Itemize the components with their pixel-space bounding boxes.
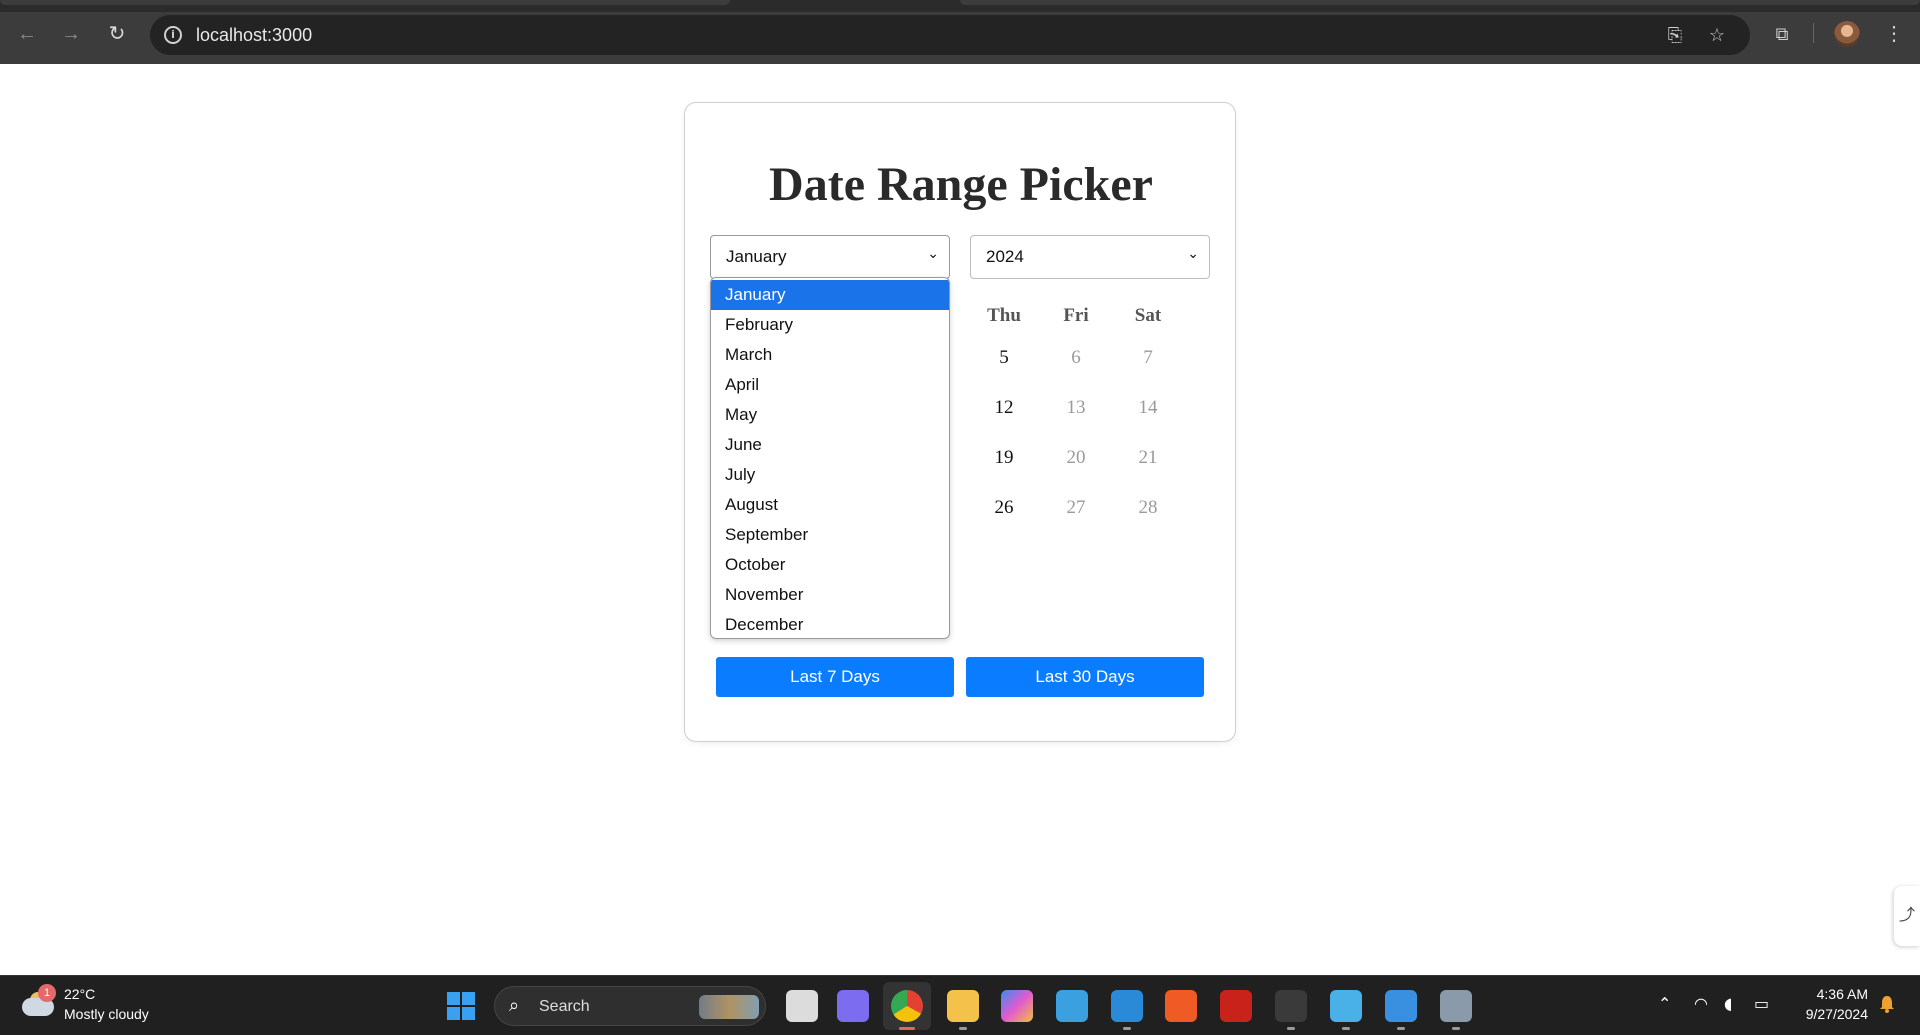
month-select[interactable]: January ⌄	[710, 235, 950, 279]
toolbar-divider	[1813, 23, 1814, 43]
month-option[interactable]: November	[711, 580, 949, 610]
file-explorer-icon[interactable]	[947, 990, 979, 1022]
weekday-header-thu: Thu	[987, 305, 1021, 326]
page-title: Date Range Picker	[769, 158, 1153, 211]
month-dropdown-list[interactable]: January February March April May June July Augu…	[710, 277, 950, 639]
calendar-day: 14	[1138, 397, 1158, 418]
month-option[interactable]: August	[711, 490, 949, 520]
volume-icon[interactable]: ◖	[1724, 994, 1732, 1013]
calendar-day: 7	[1143, 347, 1153, 368]
info-icon[interactable]: i	[164, 26, 182, 44]
search-highlight-art	[699, 995, 759, 1019]
search-icon: ⌕	[509, 995, 520, 1016]
back-arrow-icon[interactable]: ←	[13, 20, 41, 48]
month-option[interactable]: July	[711, 460, 949, 490]
clock-date[interactable]: 9/27/2024	[1786, 1006, 1868, 1022]
settings-icon[interactable]	[1440, 990, 1472, 1022]
running-indicator	[1397, 1027, 1405, 1030]
calendar-day: 28	[1138, 497, 1158, 518]
year-select[interactable]: 2024 ⌄	[970, 235, 1210, 279]
wifi-icon[interactable]: ◠	[1694, 994, 1708, 1013]
browser-chrome: ← → ↻ i localhost:3000 ⎘ ☆ ⧉ ⋮	[0, 0, 1920, 64]
terminal-icon[interactable]	[1275, 990, 1307, 1022]
remote-desktop-icon[interactable]	[1056, 990, 1088, 1022]
calendar-day[interactable]: 12	[968, 397, 1040, 419]
weather-badge: 1	[38, 984, 56, 1002]
calendar-day[interactable]: 5	[968, 347, 1040, 369]
month-option[interactable]: December	[711, 610, 949, 638]
windows-taskbar: 1 22°C Mostly cloudy ⌕ Search ⌃ ◠ ◖ ▭ 4:…	[0, 975, 1920, 1035]
calendar-day: 13	[1066, 397, 1086, 418]
running-indicator	[899, 1027, 915, 1030]
running-indicator	[1452, 1027, 1460, 1030]
chevron-down-icon: ⌄	[927, 246, 939, 262]
running-indicator	[1342, 1027, 1350, 1030]
acrobat-icon[interactable]	[1220, 990, 1252, 1022]
calendar-day: 20	[1066, 447, 1086, 468]
forward-arrow-icon[interactable]: →	[57, 20, 85, 48]
tab[interactable]	[960, 0, 1920, 5]
calendar-day: 6	[1071, 347, 1081, 368]
calendar-day: 27	[1066, 497, 1086, 518]
brave-icon[interactable]	[1165, 990, 1197, 1022]
calendar-day[interactable]: 19	[968, 447, 1040, 469]
battery-icon[interactable]: ▭	[1754, 994, 1769, 1013]
weekday-header-sat: Sat	[1134, 305, 1162, 326]
chevron-down-icon: ⌄	[1187, 246, 1199, 262]
url-text[interactable]: localhost:3000	[196, 25, 312, 46]
month-select-value: January	[726, 247, 787, 266]
chrome-icon[interactable]	[891, 990, 923, 1022]
running-indicator	[1287, 1027, 1295, 1030]
windows-start-icon[interactable]	[447, 992, 475, 1020]
meet-icon[interactable]	[837, 990, 869, 1022]
profile-avatar[interactable]	[1834, 21, 1860, 47]
tab[interactable]	[0, 0, 730, 5]
clock-time[interactable]: 4:36 AM	[1796, 986, 1868, 1002]
running-indicator	[959, 1027, 967, 1030]
month-option[interactable]: May	[711, 400, 949, 430]
last-30-days-button[interactable]: Last 30 Days	[966, 657, 1204, 697]
reload-icon[interactable]: ↻	[103, 20, 131, 48]
month-option[interactable]: January	[711, 280, 949, 310]
bell-icon[interactable]	[1878, 994, 1896, 1014]
vscode-icon[interactable]	[1111, 990, 1143, 1022]
search-label: Search	[539, 998, 590, 1015]
weekday-header-fri: Fri	[1063, 305, 1089, 326]
side-panel-handle[interactable]: ⤴	[1894, 886, 1920, 946]
extensions-icon[interactable]: ⧉	[1768, 20, 1796, 48]
star-icon[interactable]: ☆	[1705, 23, 1729, 47]
running-indicator	[1123, 1027, 1131, 1030]
copilot-icon[interactable]	[1001, 990, 1033, 1022]
month-option[interactable]: March	[711, 340, 949, 370]
month-option[interactable]: October	[711, 550, 949, 580]
year-select-value: 2024	[986, 247, 1024, 266]
month-option[interactable]: April	[711, 370, 949, 400]
notepad-icon[interactable]	[1330, 990, 1362, 1022]
weather-temperature[interactable]: 22°C	[64, 986, 95, 1002]
calendar-day: 21	[1138, 447, 1158, 468]
month-option[interactable]: February	[711, 310, 949, 340]
taskbar-search[interactable]: ⌕ Search	[494, 986, 766, 1026]
month-option[interactable]: June	[711, 430, 949, 460]
paint-icon[interactable]	[1385, 990, 1417, 1022]
last-7-days-button[interactable]: Last 7 Days	[716, 657, 954, 697]
weather-description[interactable]: Mostly cloudy	[64, 1006, 149, 1022]
calendar-day[interactable]: 26	[968, 497, 1040, 519]
install-app-icon[interactable]: ⎘	[1663, 23, 1687, 47]
chevron-up-icon[interactable]: ⌃	[1658, 994, 1671, 1013]
more-vert-icon[interactable]: ⋮	[1884, 20, 1904, 48]
address-bar[interactable]: i localhost:3000 ⎘ ☆	[150, 15, 1750, 55]
task-view-icon[interactable]	[786, 990, 818, 1022]
tab-strip	[0, 0, 1920, 12]
month-option[interactable]: September	[711, 520, 949, 550]
